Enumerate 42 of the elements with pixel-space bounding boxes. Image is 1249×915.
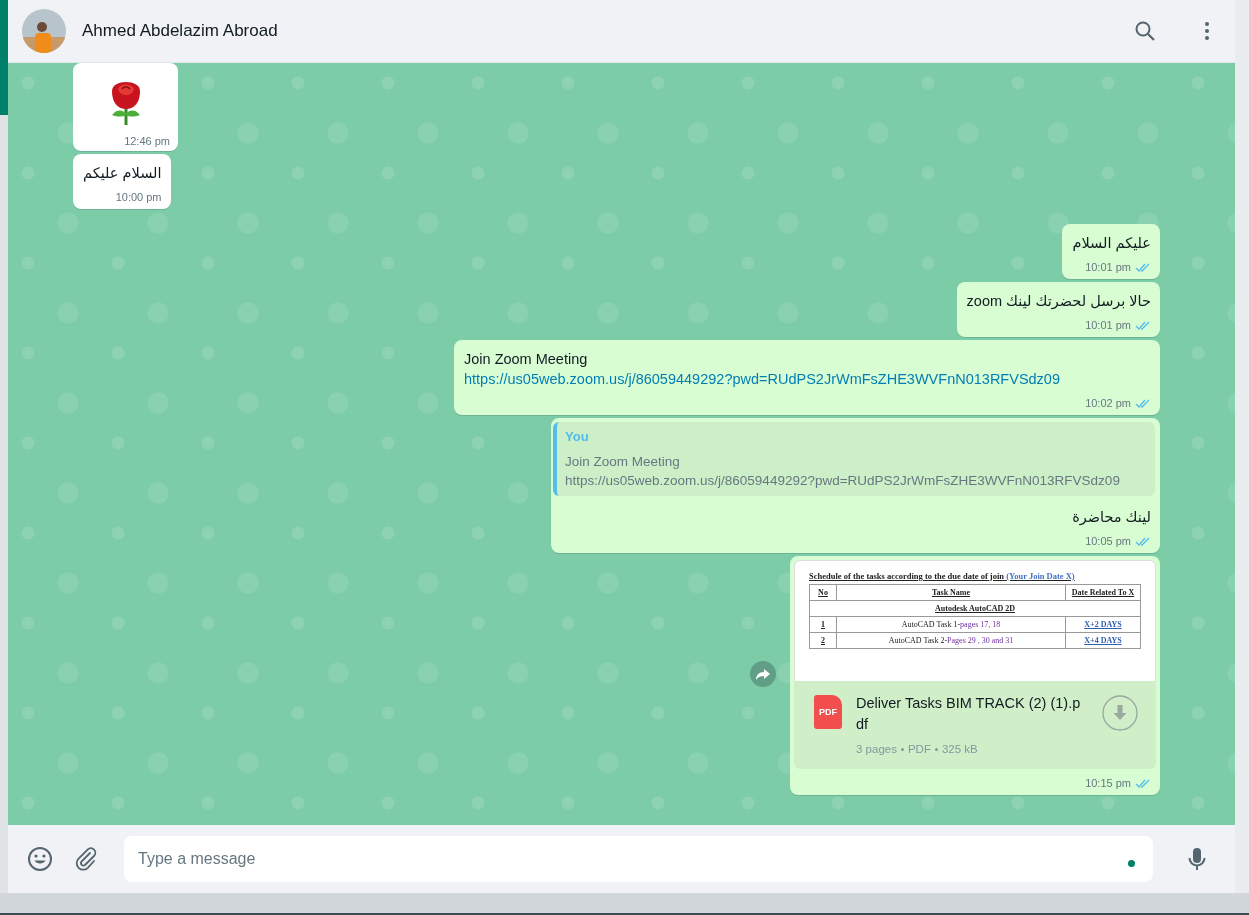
preview-cell: AutoCAD Task 2-Pages 29 , 30 and 31 [836,632,1066,649]
contact-avatar[interactable] [22,9,66,53]
message-time: 10:01 pm [1085,261,1131,273]
message-text: لينك محاضرة [1071,508,1151,527]
quote-text: Join Zoom Meeting [565,454,681,469]
message-text: عليكم السلام [1072,234,1151,253]
message-time: 10:05 pm [1085,535,1131,547]
message-text: حالا برسل لحضرتك لينك zoom [966,292,1151,311]
contact-name: Ahmed Abdelazim Abroad [82,21,279,41]
message-text: Join Zoom Meeting [464,350,589,369]
search-icon[interactable] [1133,19,1157,43]
message-time: 10:01 pm [1085,319,1131,331]
status-dot [1128,860,1135,867]
preview-cell: Autodesk AutoCAD 2D [809,600,1141,617]
preview-cell: 1 [809,616,837,633]
document-preview[interactable] [794,560,1156,681]
preview-cell: Task Name [836,584,1066,601]
forward-icon[interactable] [750,660,776,687]
quoted-message[interactable]: You Join Zoom Meeting https://us05web.zoom.us/j/86059449292?pwd=RUdPS2JrWmFsZHE3WVFnN013RFVSdz09 [553,422,1155,496]
preview-cell: Date Related To X [1065,584,1141,601]
emoji-icon[interactable] [26,845,54,873]
preview-cell: X+2 DAYS [1065,616,1141,633]
quote-text: https://us05web.zoom.us/j/86059449292?pwd=RUdPS2JrWmFsZHE3WVFnN013RFVSdz09 [565,473,1121,488]
message-time: 10:15 pm [1085,777,1131,789]
preview-title: Schedule of the tasks according to the due date of join (Your Join Date X) [809,571,1076,581]
document-file[interactable]: PDF Deliver Tasks BIM TRACK (2) (1).pdf 3 pages PDF 325 kB [794,681,1156,769]
file-meta: 3 pages [856,743,897,755]
message-time: 10:00 pm [115,191,162,203]
file-meta: 325 kB [941,743,978,755]
quote-author: You [565,429,590,444]
message-time: 12:46 pm [124,135,170,147]
message-input[interactable]: Type a message [124,836,1153,882]
message-time: 10:02 pm [1085,397,1131,409]
file-meta: PDF [907,743,931,755]
file-name: Deliver Tasks BIM TRACK (2) (1).pdf [856,694,1082,734]
preview-cell: X+4 DAYS [1065,632,1141,649]
message-text: السلام عليكم [83,164,162,183]
pdf-file-icon: PDF [814,695,842,729]
message-link[interactable]: https://us05web.zoom.us/j/86059449292?pwd=RUdPS2JrWmFsZHE3WVFnN013RFVSdz09 [464,369,1151,389]
preview-cell: AutoCAD Task 1-pages 17, 18 [836,616,1066,633]
preview-cell: No [809,584,837,601]
preview-cell: 2 [809,632,837,649]
